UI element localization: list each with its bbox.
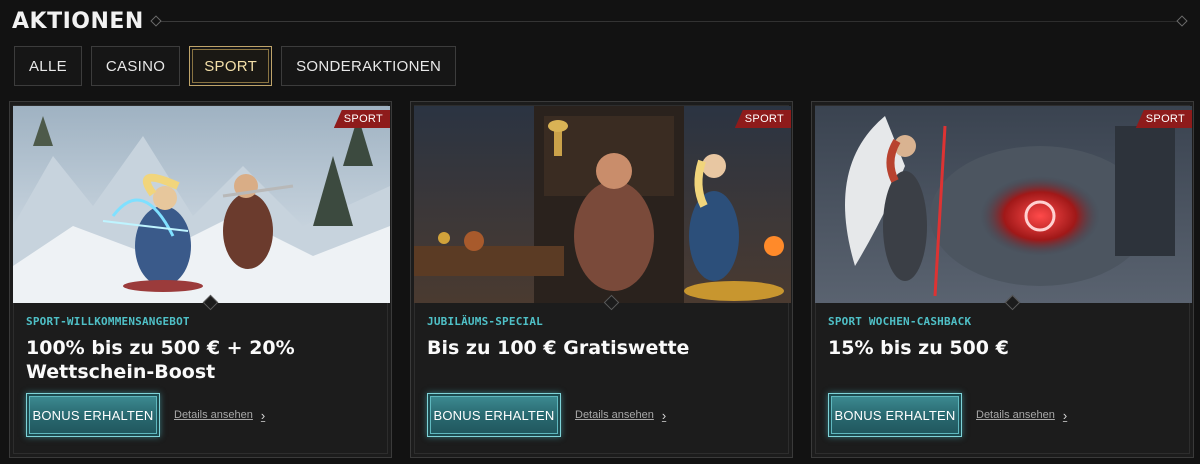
details-link-label: Details ansehen [174, 409, 253, 421]
details-link[interactable]: Details ansehen › [174, 408, 265, 423]
tab-alle[interactable]: ALLE [14, 46, 82, 86]
bonus-button[interactable]: BONUS ERHALTEN [828, 393, 962, 437]
promo-cards: SPORT Sport-Willkommensangebot 100% bis … [9, 101, 1194, 458]
page-title: AKTIONEN [12, 8, 144, 34]
promo-headline: Bis zu 100 € Gratiswette [427, 337, 690, 359]
card-body: Sport Wochen-Cashback 15% bis zu 500 € [828, 315, 1179, 360]
chevron-right-icon: › [260, 407, 266, 423]
promo-card: SPORT Jubiläums-Special Bis zu 100 € Gra… [410, 101, 793, 458]
tab-casino[interactable]: CASINO [90, 46, 181, 86]
details-link[interactable]: Details ansehen › [575, 408, 666, 423]
header-divider [150, 14, 1188, 27]
card-body: Sport-Willkommensangebot 100% bis zu 500… [26, 315, 377, 384]
filter-tabs: ALLE CASINO SPORT SONDERAKTIONEN [14, 46, 457, 86]
promo-image-valkyrie: SPORT [815, 106, 1192, 303]
promo-image-viking-feast: SPORT [414, 106, 791, 303]
promo-card: SPORT Sport-Willkommensangebot 100% bis … [9, 101, 392, 458]
promo-headline: 100% bis zu 500 € + 20% Wettschein-Boost [26, 337, 295, 383]
promo-eyebrow: Sport Wochen-Cashback [828, 315, 972, 328]
chevron-right-icon: › [661, 407, 667, 423]
page-header: AKTIONEN [12, 6, 1188, 36]
sport-tag: SPORT [1135, 110, 1192, 128]
chevron-right-icon: › [1062, 407, 1068, 423]
card-body: Jubiläums-Special Bis zu 100 € Gratiswet… [427, 315, 778, 360]
promo-card: SPORT Sport Wochen-Cashback 15% bis zu 5… [811, 101, 1194, 458]
bonus-button[interactable]: BONUS ERHALTEN [427, 393, 561, 437]
details-link-label: Details ansehen [976, 409, 1055, 421]
details-link-label: Details ansehen [575, 409, 654, 421]
sport-tag: SPORT [734, 110, 791, 128]
card-actions: BONUS ERHALTEN Details ansehen › [828, 393, 1067, 437]
promo-headline: 15% bis zu 500 € [828, 337, 1009, 359]
promo-image-snow-vikings: SPORT [13, 106, 390, 303]
card-actions: BONUS ERHALTEN Details ansehen › [427, 393, 666, 437]
diamond-icon [1176, 14, 1188, 27]
tab-sport[interactable]: SPORT [189, 46, 273, 86]
promo-eyebrow: Sport-Willkommensangebot [26, 315, 190, 328]
tab-sonderaktionen[interactable]: SONDERAKTIONEN [281, 46, 457, 86]
bonus-button[interactable]: BONUS ERHALTEN [26, 393, 160, 437]
details-link[interactable]: Details ansehen › [976, 408, 1067, 423]
diamond-icon [150, 14, 162, 27]
promo-eyebrow: Jubiläums-Special [427, 315, 543, 328]
card-actions: BONUS ERHALTEN Details ansehen › [26, 393, 265, 437]
sport-tag: SPORT [333, 110, 390, 128]
